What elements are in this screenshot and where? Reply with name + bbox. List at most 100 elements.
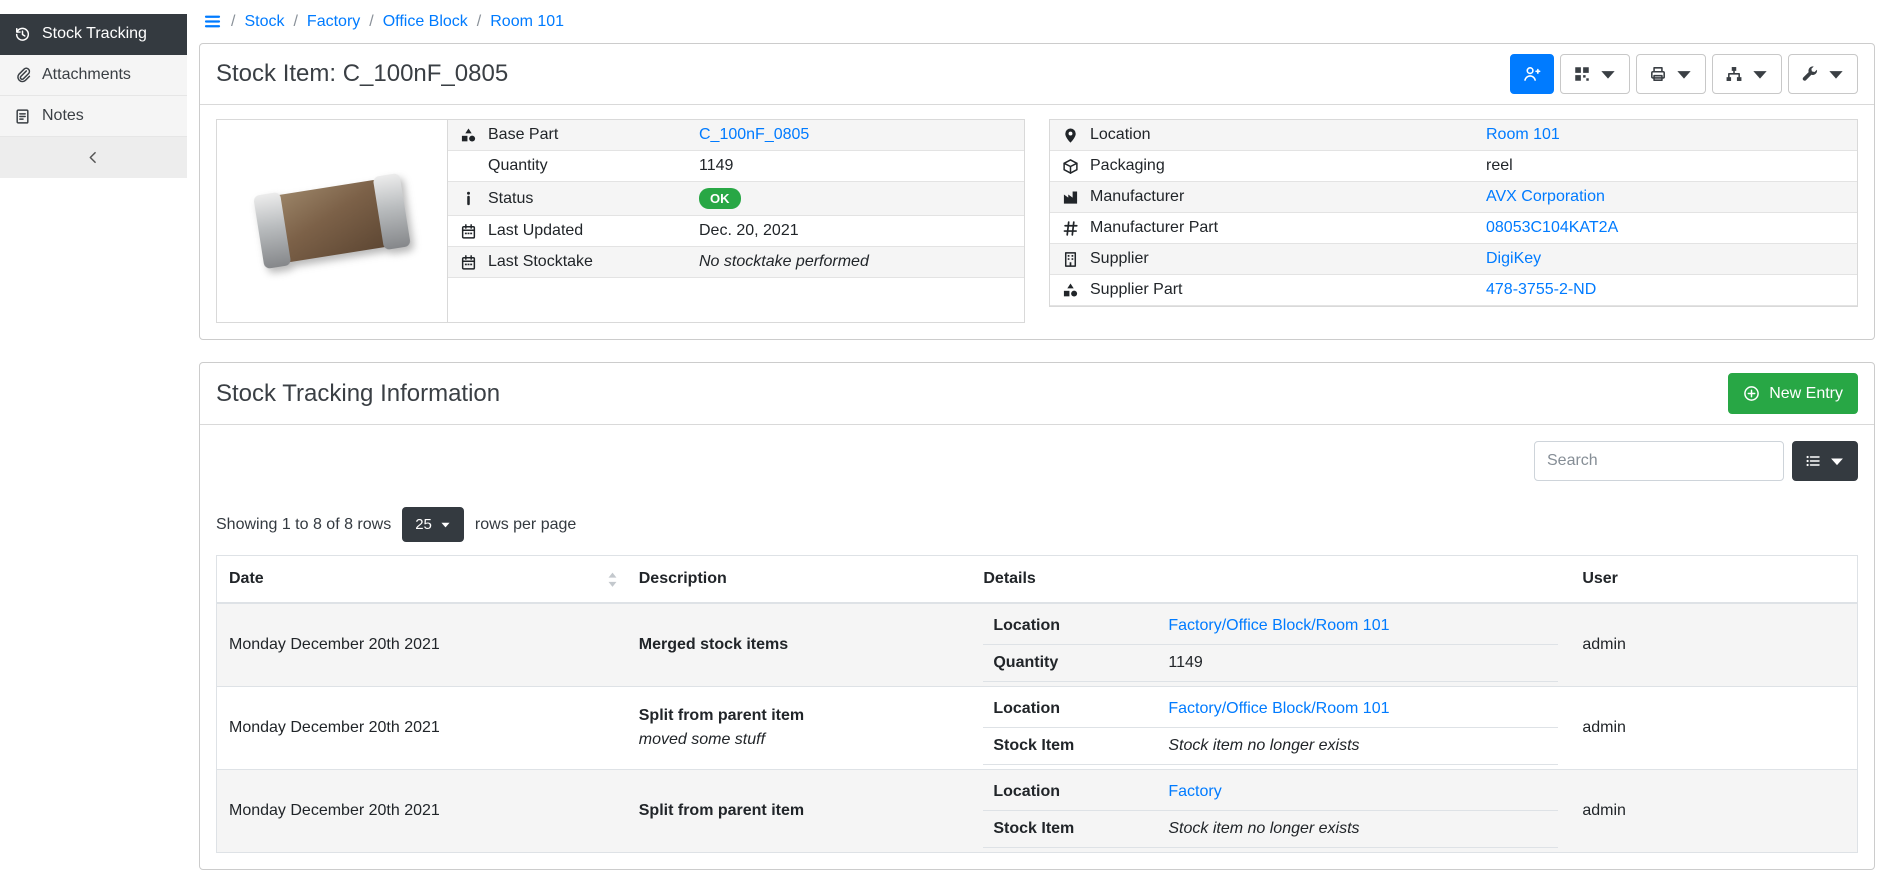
detail-label: Supplier [1090, 250, 1475, 268]
inner-label: Location [993, 700, 1168, 718]
stock-item-sourcing-box: Location Room 101 Packaging reel Manufacture… [1049, 119, 1858, 307]
detail-value: Dec. 20, 2021 [699, 222, 799, 239]
breadcrumb-separator: / [477, 13, 481, 31]
sidebar-item-attachments[interactable]: Attachments [0, 55, 187, 96]
breadcrumb-link-room-101[interactable]: Room 101 [490, 13, 564, 31]
detail-inner-row: LocationFactory/Office Block/Room 101 [983, 608, 1558, 645]
user-actions-button[interactable] [1510, 54, 1554, 94]
sidebar-item-notes[interactable]: Notes [0, 96, 187, 137]
inner-link[interactable]: Factory/Office Block/Room 101 [1168, 617, 1389, 635]
breadcrumb-separator: / [369, 13, 373, 31]
printer-icon [1649, 65, 1667, 83]
wrench-icon [1801, 65, 1819, 83]
description-note: moved some stuff [639, 731, 960, 749]
barcode-actions-button[interactable] [1560, 54, 1630, 94]
page-size-dropdown[interactable]: 25 [402, 507, 464, 542]
industry-icon [1062, 189, 1079, 206]
transfer-actions-button[interactable] [1712, 54, 1782, 94]
stock-item-sourcing-table: Location Room 101 Packaging reel Manufacture… [1050, 120, 1857, 306]
detail-value-link[interactable]: C_100nF_0805 [699, 126, 809, 143]
calendar-icon [460, 223, 477, 240]
detail-row-supplier-part: Supplier Part478-3755-2-ND [1050, 275, 1857, 306]
detail-value-link[interactable]: Room 101 [1486, 126, 1560, 143]
detail-inner-row: LocationFactory/Office Block/Room 101 [983, 691, 1558, 728]
status-badge: OK [699, 188, 741, 209]
cell-details: LocationFactory/Office Block/Room 101 Qua… [971, 603, 1570, 687]
sitemap-icon [1725, 65, 1743, 83]
part-image[interactable] [217, 120, 447, 322]
stock-item-details-box: Base PartC_100nF_0805Quantity1149StatusO… [216, 119, 1025, 323]
sidebar-item-label: Attachments [42, 66, 131, 84]
detail-row-last-stocktake: Last StocktakeNo stocktake performed [448, 247, 1024, 278]
detail-value-link[interactable]: 08053C104KAT2A [1486, 219, 1618, 236]
sidebar-item-label: Stock Tracking [42, 25, 147, 43]
breadcrumb-link-factory[interactable]: Factory [307, 13, 360, 31]
shapes-icon [460, 127, 477, 144]
capacitor-thumbnail [258, 176, 407, 265]
stock-item-details-table: Base PartC_100nF_0805Quantity1149StatusO… [447, 120, 1024, 322]
caret-down-icon [1829, 453, 1845, 469]
note-icon [14, 108, 31, 125]
shapes-icon [1062, 282, 1079, 299]
tracking-row: Monday December 20th 2021Split from pare… [217, 770, 1858, 853]
inner-link[interactable]: Factory [1168, 783, 1221, 801]
history-icon [14, 26, 31, 43]
main-content: / Stock / Factory/Office Block/Room 101 Sto… [187, 0, 1887, 805]
detail-label: Packaging [1090, 157, 1475, 175]
detail-label: Location [1090, 126, 1475, 144]
detail-row-status: StatusOK [448, 182, 1024, 216]
cell-user: admin [1570, 687, 1857, 770]
stock-actions-button[interactable] [1788, 54, 1858, 94]
info-icon [460, 190, 477, 207]
sidebar-item-stock-tracking[interactable]: Stock Tracking [0, 14, 187, 55]
detail-value-link[interactable]: DigiKey [1486, 250, 1541, 267]
breadcrumb-separator: / [293, 13, 297, 31]
columns-dropdown-button[interactable] [1792, 441, 1858, 481]
new-entry-button[interactable]: New Entry [1728, 373, 1858, 414]
detail-row-manufacturer-part: Manufacturer Part08053C104KAT2A [1050, 213, 1857, 244]
sidebar-collapse-button[interactable] [0, 137, 187, 178]
tracking-table: DateDescriptionDetailsUser Monday Decemb… [216, 555, 1858, 853]
new-entry-label: New Entry [1769, 385, 1843, 403]
panel-title: Stock Tracking Information [216, 380, 500, 408]
detail-value: reel [1486, 157, 1513, 174]
column-header-date[interactable]: Date [217, 556, 627, 604]
inner-value: Stock item no longer exists [1168, 820, 1359, 838]
inner-label: Quantity [993, 654, 1168, 672]
caret-down-icon [440, 519, 451, 530]
sort-icon[interactable] [607, 572, 618, 587]
breadcrumb-link-office-block[interactable]: Office Block [383, 13, 468, 31]
detail-value-link[interactable]: AVX Corporation [1486, 188, 1605, 205]
cell-description: Merged stock items [627, 603, 972, 687]
column-header-details[interactable]: Details [971, 556, 1570, 604]
detail-label: Last Updated [488, 222, 688, 240]
breadcrumb-link-stock[interactable]: Stock [244, 13, 284, 31]
inner-link[interactable]: Factory/Office Block/Room 101 [1168, 700, 1389, 718]
detail-value-link[interactable]: 478-3755-2-ND [1486, 281, 1596, 298]
inner-label: Location [993, 783, 1168, 801]
inner-label: Stock Item [993, 820, 1168, 838]
print-actions-button[interactable] [1636, 54, 1706, 94]
user-icon [1523, 65, 1541, 83]
search-input[interactable] [1534, 441, 1784, 481]
caret-down-icon [1599, 65, 1617, 83]
tracking-row: Monday December 20th 2021Split from pare… [217, 687, 1858, 770]
column-header-description[interactable]: Description [627, 556, 972, 604]
stock-item-panel-header: Stock Item: C_100nF_0805 [200, 44, 1874, 105]
detail-inner-row: LocationFactory [983, 774, 1558, 811]
qr-icon [1573, 65, 1591, 83]
detail-row-location: Location Room 101 [1050, 120, 1857, 151]
detail-row-quantity: Quantity1149 [448, 151, 1024, 182]
detail-label: Manufacturer [1090, 188, 1475, 206]
cell-details: LocationFactory Stock ItemStock item no l… [971, 770, 1570, 853]
list-icon [1805, 453, 1821, 469]
column-header-user[interactable]: User [1570, 556, 1857, 604]
detail-row-base-part: Base PartC_100nF_0805 [448, 120, 1024, 151]
inner-value: 1149 [1168, 654, 1202, 672]
menu-icon[interactable] [203, 12, 222, 31]
paperclip-icon [14, 67, 31, 84]
chevron-left-icon [85, 149, 102, 166]
detail-label: Quantity [488, 157, 688, 175]
detail-row-last-updated: Last Updated Dec. 20, 2021 [448, 216, 1024, 247]
stock-tracking-panel-header: Stock Tracking Information New Entry [200, 363, 1874, 425]
